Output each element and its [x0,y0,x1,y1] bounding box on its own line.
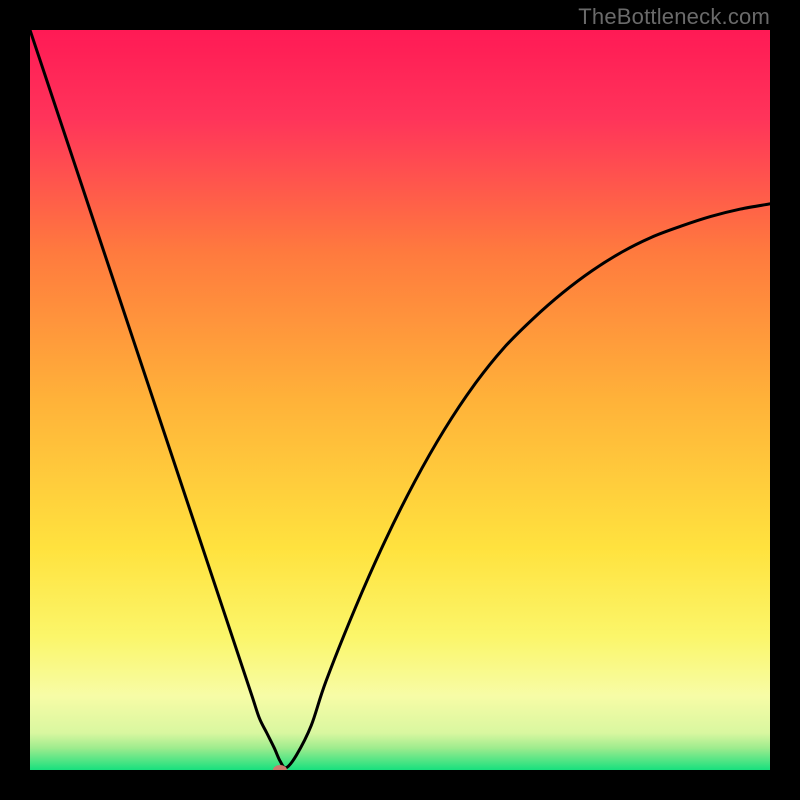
chart-frame: TheBottleneck.com [0,0,800,800]
minimum-marker [273,765,287,770]
watermark-text: TheBottleneck.com [578,4,770,30]
plot-area [30,30,770,770]
bottleneck-curve [30,30,770,770]
